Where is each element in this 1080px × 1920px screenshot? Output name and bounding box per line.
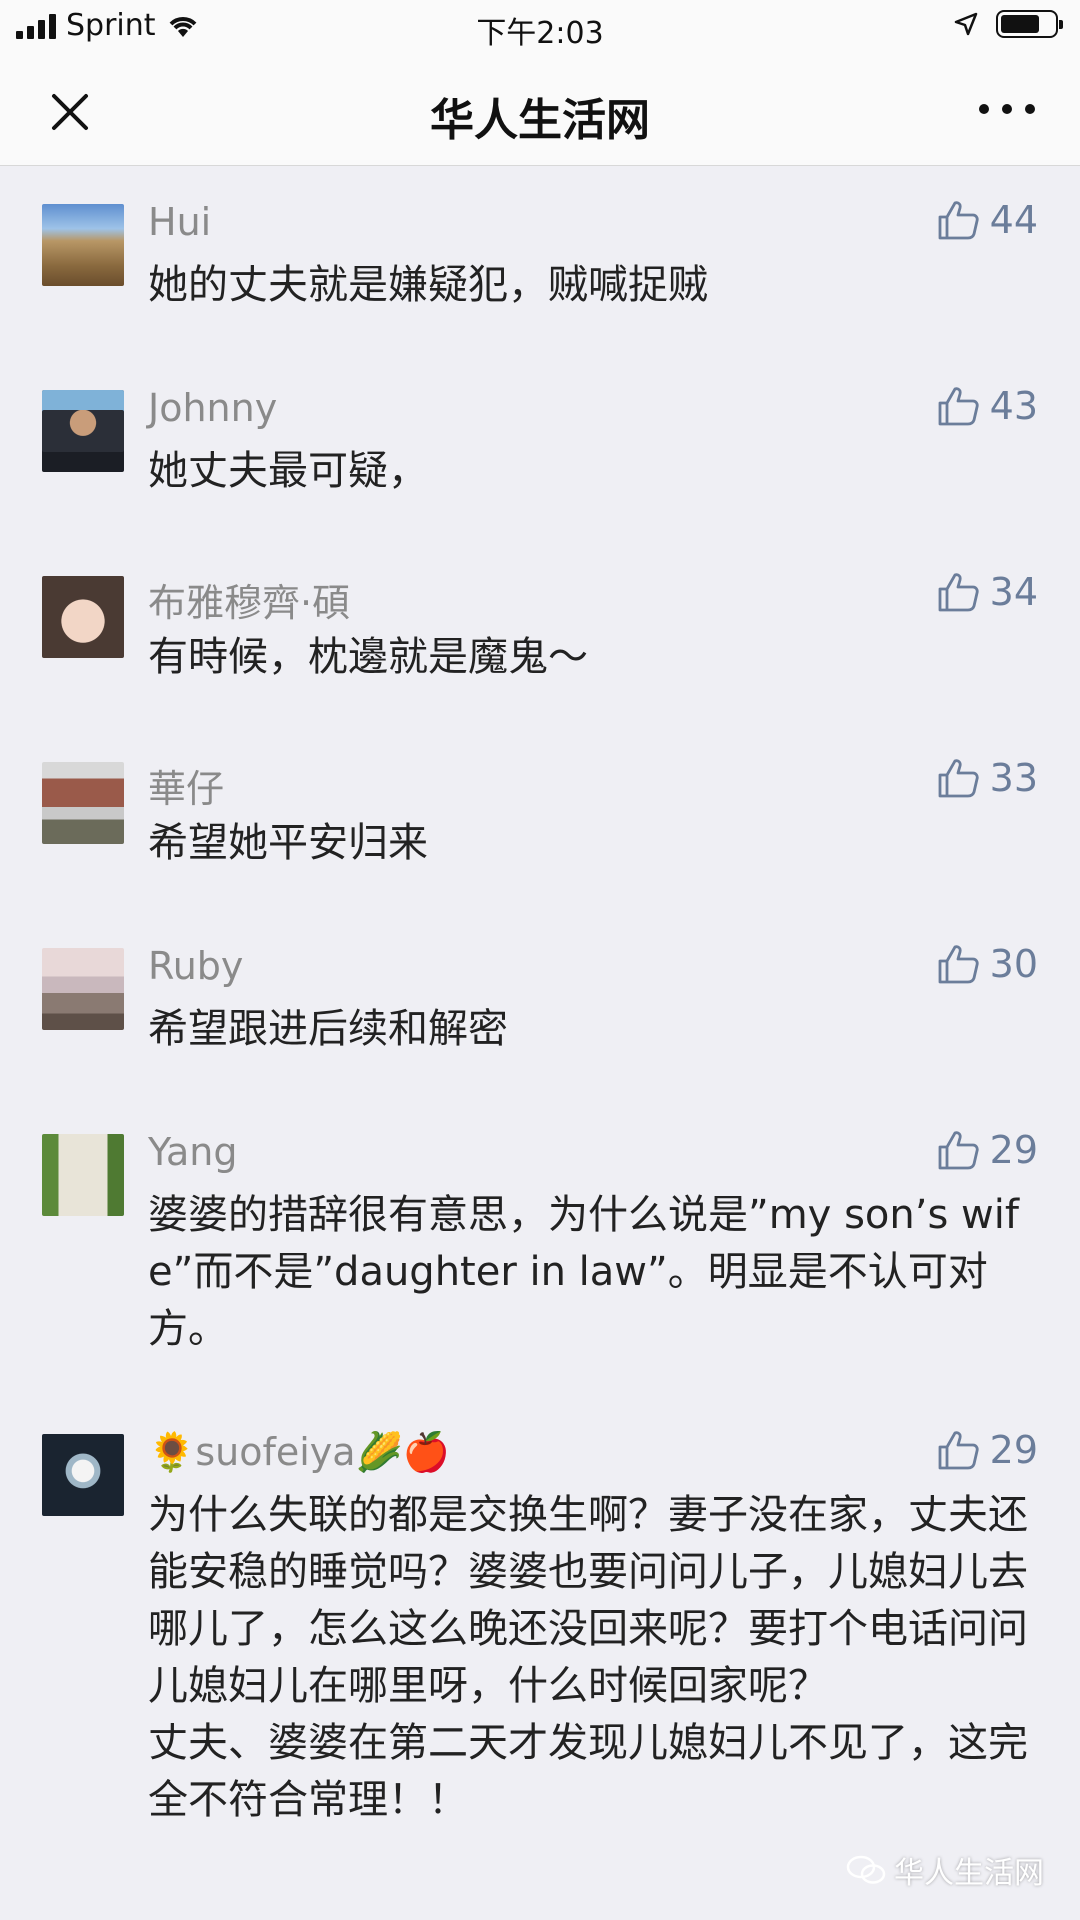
watermark-text: 华人生活网 xyxy=(894,1856,1044,1891)
username[interactable]: 華仔 xyxy=(148,758,224,813)
thumbs-up-icon xyxy=(938,387,979,426)
avatar[interactable] xyxy=(42,1434,124,1516)
comment-text: 有時候，枕邊就是魔鬼～ xyxy=(148,634,588,680)
battery-icon xyxy=(996,10,1063,38)
status-bar: Sprint 下午2:03 xyxy=(0,0,1080,54)
thumbs-up-icon xyxy=(938,759,979,798)
comment-text: 希望跟进后续和解密 xyxy=(148,1006,508,1052)
thumbs-up-icon xyxy=(938,1431,979,1470)
avatar[interactable] xyxy=(42,948,124,1030)
avatar[interactable] xyxy=(42,1134,124,1216)
username[interactable]: Johnny xyxy=(148,386,277,430)
like-count: 43 xyxy=(989,384,1038,428)
avatar[interactable] xyxy=(42,576,124,658)
like-button[interactable]: 29 xyxy=(936,1428,1038,1472)
like-count: 29 xyxy=(989,1428,1038,1472)
status-right xyxy=(954,10,1063,38)
more-icon[interactable] xyxy=(972,94,1042,124)
avatar[interactable] xyxy=(42,762,124,844)
like-count: 30 xyxy=(989,942,1038,986)
username[interactable]: Hui xyxy=(148,200,211,244)
like-button[interactable]: 34 xyxy=(936,570,1038,614)
comment-text: 她丈夫最可疑， xyxy=(148,448,428,494)
like-button[interactable]: 43 xyxy=(936,384,1038,428)
thumbs-up-icon xyxy=(938,201,979,240)
like-button[interactable]: 30 xyxy=(936,942,1038,986)
username[interactable]: Yang xyxy=(148,1130,237,1174)
comment-text: 希望她平安归来 xyxy=(148,820,428,866)
like-count: 29 xyxy=(989,1128,1038,1172)
status-time: 下午2:03 xyxy=(476,16,604,51)
like-button[interactable]: 44 xyxy=(936,198,1038,242)
nav-bar: 华人生活网 xyxy=(0,54,1080,166)
avatar[interactable] xyxy=(42,204,124,286)
thumbs-up-icon xyxy=(938,573,979,612)
avatar[interactable] xyxy=(42,390,124,472)
watermark: 华人生活网 xyxy=(846,1848,1044,1892)
like-count: 34 xyxy=(989,570,1038,614)
thumbs-up-icon xyxy=(938,1131,979,1170)
location-arrow-icon xyxy=(954,12,978,36)
like-count: 44 xyxy=(989,198,1038,242)
username[interactable]: Ruby xyxy=(148,944,243,988)
username[interactable]: 🌻suofeiya🌽🍎 xyxy=(148,1430,450,1475)
like-button[interactable]: 33 xyxy=(936,756,1038,800)
comment-text: 为什么失联的都是交换生啊？妻子没在家，丈夫还能安稳的睡觉吗？婆婆也要问问儿子，儿… xyxy=(148,1492,1028,1823)
thumbs-up-icon xyxy=(938,945,979,984)
comment-text: 婆婆的措辞很有意思，为什么说是”my son’s wife”而不是”daught… xyxy=(148,1192,1019,1352)
like-button[interactable]: 29 xyxy=(936,1128,1038,1172)
page-title: 华人生活网 xyxy=(430,95,650,146)
wechat-icon xyxy=(846,1855,886,1884)
username[interactable]: 布雅穆齊·碩 xyxy=(148,572,350,627)
comment-text: 她的丈夫就是嫌疑犯，贼喊捉贼 xyxy=(148,262,708,308)
like-count: 33 xyxy=(989,756,1038,800)
